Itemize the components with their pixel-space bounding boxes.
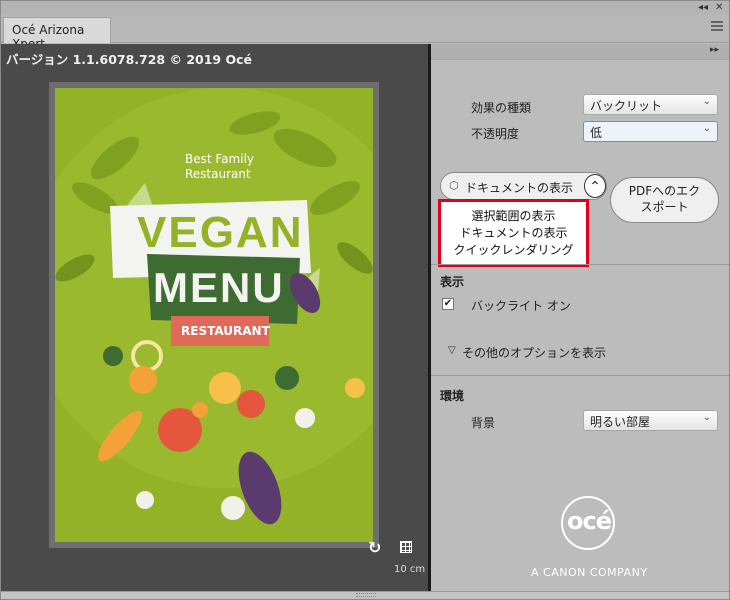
display-section-title: 表示	[440, 275, 465, 289]
export-pdf-line2: スポート	[640, 200, 689, 214]
menu-icon[interactable]	[711, 21, 723, 31]
effect-type-select[interactable]: バックリット ⌄	[583, 94, 718, 115]
divider	[431, 375, 729, 376]
view-mode-menu: 選択範囲の表示 ドキュメントの表示 クイックレンダリング	[438, 199, 589, 267]
close-icon[interactable]: ✕	[715, 1, 723, 15]
poster-subtitle-2: Restaurant	[185, 167, 251, 181]
menu-item-show-document[interactable]: ドキュメントの表示	[441, 224, 586, 241]
background-value: 明るい部屋	[590, 415, 651, 429]
export-pdf-line1: PDFへのエク	[628, 184, 701, 198]
backlight-label: バックライト オン	[471, 299, 571, 313]
title-bar: ◂◂ ✕	[1, 1, 729, 15]
opacity-value: 低	[590, 126, 603, 140]
export-pdf-label: PDFへのエク スポート	[611, 183, 718, 215]
poster-subtitle-1: Best Family	[185, 152, 254, 166]
export-pdf-button[interactable]: PDFへのエク スポート	[610, 177, 719, 223]
collapse-icon[interactable]: ◂◂	[698, 1, 708, 15]
scale-label: 10 cm	[394, 564, 426, 575]
effect-type-label: 効果の種類	[471, 101, 532, 115]
view-mode-dropdown[interactable]: ⬡ ドキュメントの表示 ⌃	[440, 172, 607, 200]
expand-icon[interactable]: ▸▸	[710, 45, 719, 55]
view-mode-value: ドキュメントの表示	[465, 181, 574, 195]
rotate-icon[interactable]: ↻	[368, 538, 381, 557]
cube-icon: ⬡	[449, 179, 459, 192]
opacity-label: 不透明度	[471, 127, 520, 141]
resize-grip-icon[interactable]	[356, 593, 376, 597]
chevron-down-icon: ⌄	[702, 412, 711, 423]
expand-triangle-icon[interactable]: ▽	[448, 345, 456, 356]
more-options-link[interactable]: その他のオプションを表示	[462, 344, 606, 361]
poster-title-menu: MENU	[153, 264, 285, 311]
app-window: ◂◂ ✕ Océ Arizona Xpert バージョン 1.1.6078.72…	[0, 0, 730, 600]
menu-item-show-selection[interactable]: 選択範囲の表示	[441, 207, 586, 224]
menu-item-quick-rendering[interactable]: クイックレンダリング	[441, 241, 586, 258]
tab-oce-arizona-xpert[interactable]: Océ Arizona Xpert	[3, 17, 111, 51]
status-bar	[1, 591, 729, 599]
opacity-select[interactable]: 低 ⌄	[583, 121, 718, 142]
poster-image: Best Family Restaurant VEGAN MENU RESTAU…	[55, 88, 373, 542]
canon-tagline: A CANON COMPANY	[531, 566, 648, 579]
version-label: バージョン 1.1.6078.728 © 2019 Océ	[6, 52, 252, 67]
grid-icon[interactable]	[400, 541, 412, 553]
background-label: 背景	[471, 416, 496, 430]
divider	[431, 264, 729, 265]
backlight-checkbox[interactable]: ✔	[442, 298, 454, 310]
chevron-up-icon[interactable]: ⌃	[584, 174, 606, 198]
tab-row: Océ Arizona Xpert	[1, 15, 729, 51]
environment-section-title: 環境	[440, 389, 465, 403]
poster-badge: RESTAURANT	[181, 324, 270, 338]
chevron-down-icon: ⌄	[702, 96, 711, 107]
oce-logo-text: océ	[567, 507, 612, 535]
effect-type-value: バックリット	[590, 99, 663, 113]
background-select[interactable]: 明るい部屋 ⌄	[583, 410, 718, 431]
poster-title-vegan: VEGAN	[137, 208, 304, 257]
preview-pane: バージョン 1.1.6078.728 © 2019 Océ Best Famil…	[1, 44, 429, 591]
poster-frame: Best Family Restaurant VEGAN MENU RESTAU…	[49, 82, 379, 548]
panel-header: ▸▸	[431, 44, 729, 60]
chevron-down-icon: ⌄	[702, 123, 711, 134]
